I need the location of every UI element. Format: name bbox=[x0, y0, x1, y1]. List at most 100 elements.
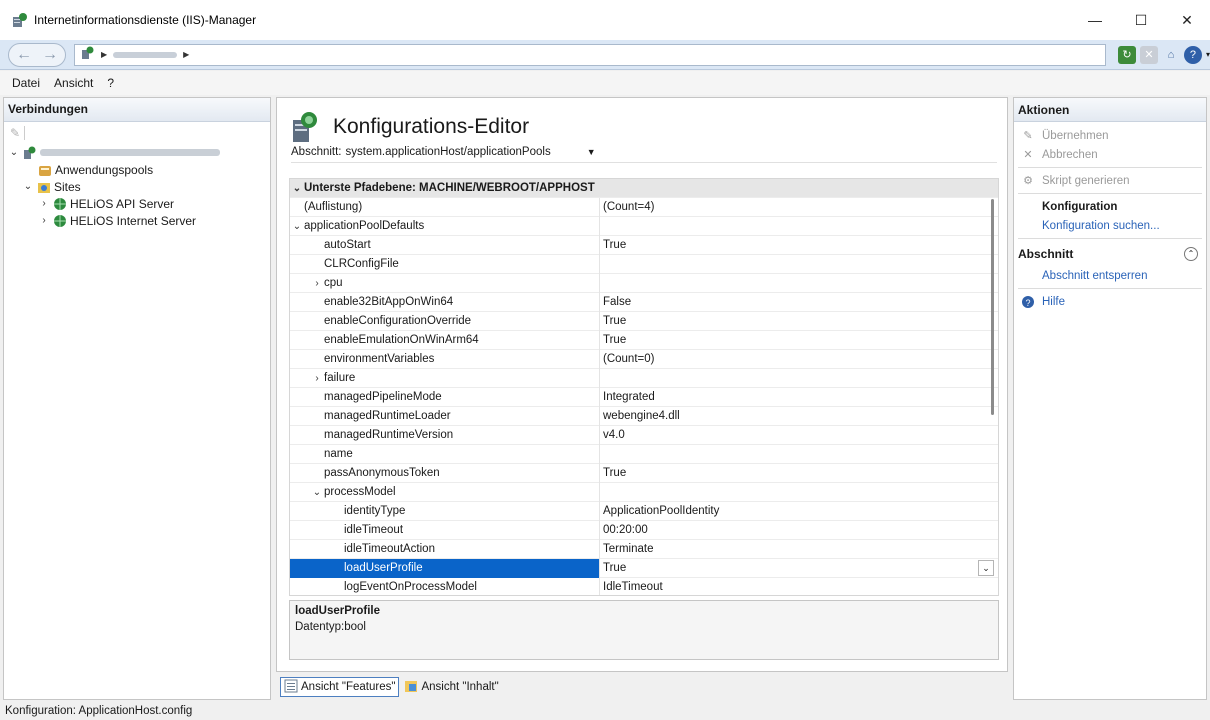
action-generate-script[interactable]: ⚙ Skript generieren bbox=[1014, 171, 1206, 190]
grid-row-managedPipelineMode[interactable]: managedPipelineMode Integrated bbox=[290, 387, 998, 407]
value-dropdown-button[interactable]: ⌄ bbox=[978, 560, 994, 576]
property-name-cell[interactable]: name bbox=[290, 444, 600, 464]
action-search-configuration[interactable]: Konfiguration suchen... bbox=[1014, 216, 1206, 235]
property-value[interactable]: 00:20:00 bbox=[600, 524, 998, 536]
help-icon[interactable]: ? bbox=[1183, 45, 1202, 64]
property-value[interactable]: True bbox=[600, 334, 998, 346]
refresh-icon[interactable]: ↻ bbox=[1117, 45, 1136, 64]
grid-row-idleTimeout[interactable]: idleTimeout 00:20:00 bbox=[290, 520, 998, 540]
property-name-cell[interactable]: managedRuntimeVersion bbox=[290, 425, 600, 445]
grid-row-enableEmulationOnWinArm64[interactable]: enableEmulationOnWinArm64 True bbox=[290, 330, 998, 350]
property-name-cell[interactable]: idleTimeout bbox=[290, 520, 600, 540]
action-apply[interactable]: ✎ Übernehmen bbox=[1014, 126, 1206, 145]
connect-icon[interactable]: ✎ bbox=[10, 126, 20, 140]
property-name-cell[interactable]: autoStart bbox=[290, 235, 600, 255]
menu-ansicht[interactable]: Ansicht bbox=[48, 73, 99, 93]
property-value[interactable]: True bbox=[600, 315, 998, 327]
property-value[interactable]: IdleTimeout bbox=[600, 581, 998, 593]
expand-down-icon[interactable]: ⌄ bbox=[310, 487, 324, 498]
forward-arrow-icon[interactable]: → bbox=[37, 44, 63, 66]
chevron-right-icon[interactable]: ▶ bbox=[101, 50, 107, 59]
chevron-right-icon[interactable]: › bbox=[38, 198, 50, 209]
property-value[interactable]: True bbox=[600, 562, 998, 574]
property-name-cell[interactable]: enableEmulationOnWinArm64 bbox=[290, 330, 600, 350]
property-name-cell[interactable]: ⌄ processModel bbox=[290, 482, 600, 502]
chevron-down-icon[interactable]: ▾ bbox=[1206, 50, 1210, 59]
breadcrumb[interactable]: ▶ ▶ bbox=[74, 43, 1106, 66]
grid-row-cpu[interactable]: › cpu bbox=[290, 273, 998, 293]
grid-row-applicationPoolDefaults[interactable]: ⌄ applicationPoolDefaults bbox=[290, 216, 998, 236]
grid-row-environmentVariables[interactable]: environmentVariables (Count=0) bbox=[290, 349, 998, 369]
grid-row-processModel[interactable]: ⌄ processModel bbox=[290, 482, 998, 502]
property-name-cell[interactable]: loadUserProfile bbox=[290, 558, 600, 578]
scrollbar-thumb[interactable] bbox=[991, 199, 994, 415]
property-value[interactable]: v4.0 bbox=[600, 429, 998, 441]
grid-header[interactable]: ⌄ Unterste Pfadebene: MACHINE/WEBROOT/APP… bbox=[290, 179, 998, 198]
expand-down-icon[interactable]: ⌄ bbox=[290, 221, 304, 232]
section-selector[interactable]: Abschnitt: system.applicationHost/applic… bbox=[291, 146, 997, 163]
section-value[interactable]: system.applicationHost/applicationPools bbox=[346, 146, 551, 158]
home-icon[interactable]: ⌂ bbox=[1161, 45, 1180, 64]
tab-content-view[interactable]: Ansicht "Inhalt" bbox=[401, 677, 501, 697]
tree-node-app-pools[interactable]: Anwendungspools bbox=[8, 161, 270, 178]
close-button[interactable]: ✕ bbox=[1164, 0, 1210, 40]
chevron-right-icon[interactable]: › bbox=[38, 215, 50, 226]
property-value[interactable]: True bbox=[600, 239, 998, 251]
tab-features-view[interactable]: Ansicht "Features" bbox=[280, 677, 400, 697]
expand-down-icon[interactable]: ⌄ bbox=[8, 147, 20, 158]
property-name-cell[interactable]: enable32BitAppOnWin64 bbox=[290, 292, 600, 312]
tree-node-site[interactable]: › HELiOS Internet Server bbox=[8, 212, 270, 229]
property-name-cell[interactable]: passAnonymousToken bbox=[290, 463, 600, 483]
chevron-right-icon[interactable]: › bbox=[310, 373, 324, 384]
property-name-cell[interactable]: identityType bbox=[290, 501, 600, 521]
grid-row-enableConfigurationOverride[interactable]: enableConfigurationOverride True bbox=[290, 311, 998, 331]
grid-row-identityType[interactable]: identityType ApplicationPoolIdentity bbox=[290, 501, 998, 521]
property-name-cell[interactable]: (Auflistung) bbox=[290, 197, 600, 217]
grid-row-autoStart[interactable]: autoStart True bbox=[290, 235, 998, 255]
action-help[interactable]: ? Hilfe bbox=[1014, 292, 1206, 311]
property-value[interactable]: webengine4.dll bbox=[600, 410, 998, 422]
grid-row-logEventOnProcessModel[interactable]: logEventOnProcessModel IdleTimeout bbox=[290, 577, 998, 595]
grid-row-CLRConfigFile[interactable]: CLRConfigFile bbox=[290, 254, 998, 274]
menu-help[interactable]: ? bbox=[101, 73, 120, 93]
property-value[interactable]: False bbox=[600, 296, 998, 308]
grid-row-managedRuntimeVersion[interactable]: managedRuntimeVersion v4.0 bbox=[290, 425, 998, 445]
expand-down-icon[interactable]: ⌄ bbox=[22, 181, 34, 192]
collapse-icon[interactable]: ⌄ bbox=[290, 183, 304, 194]
property-name-cell[interactable]: › cpu bbox=[290, 273, 600, 293]
property-name-cell[interactable]: ⌄ applicationPoolDefaults bbox=[290, 216, 600, 236]
grid-row-(Auflistung)[interactable]: (Auflistung) (Count=4) bbox=[290, 197, 998, 217]
property-value[interactable]: Terminate bbox=[600, 543, 998, 555]
grid-row-name[interactable]: name bbox=[290, 444, 998, 464]
menu-datei[interactable]: Datei bbox=[6, 73, 46, 93]
property-name-cell[interactable]: CLRConfigFile bbox=[290, 254, 600, 274]
grid-row-managedRuntimeLoader[interactable]: managedRuntimeLoader webengine4.dll bbox=[290, 406, 998, 426]
property-value[interactable]: (Count=0) bbox=[600, 353, 998, 365]
grid-row-failure[interactable]: › failure bbox=[290, 368, 998, 388]
grid-row-enable32BitAppOnWin64[interactable]: enable32BitAppOnWin64 False bbox=[290, 292, 998, 312]
property-value[interactable]: ApplicationPoolIdentity bbox=[600, 505, 998, 517]
property-value[interactable]: (Count=4) bbox=[600, 201, 998, 213]
property-value[interactable]: Integrated bbox=[600, 391, 998, 403]
property-name-cell[interactable]: managedPipelineMode bbox=[290, 387, 600, 407]
minimize-button[interactable]: — bbox=[1072, 0, 1118, 40]
property-name-cell[interactable]: enableConfigurationOverride bbox=[290, 311, 600, 331]
grid-row-passAnonymousToken[interactable]: passAnonymousToken True bbox=[290, 463, 998, 483]
property-value[interactable]: True bbox=[600, 467, 998, 479]
property-name-cell[interactable]: › failure bbox=[290, 368, 600, 388]
tree-node-sites[interactable]: ⌄ Sites bbox=[8, 178, 270, 195]
property-name-cell[interactable]: managedRuntimeLoader bbox=[290, 406, 600, 426]
property-name-cell[interactable]: environmentVariables bbox=[290, 349, 600, 369]
property-name-cell[interactable]: logEventOnProcessModel bbox=[290, 577, 600, 595]
collapse-up-icon[interactable]: ⌃ bbox=[1184, 247, 1198, 261]
action-unlock-section[interactable]: Abschnitt entsperren bbox=[1014, 266, 1206, 285]
chevron-right-icon[interactable]: ▶ bbox=[183, 50, 189, 59]
chevron-down-icon[interactable]: ▼ bbox=[587, 147, 596, 157]
grid-row-loadUserProfile[interactable]: loadUserProfile True ⌄ bbox=[290, 558, 998, 578]
grid-row-idleTimeoutAction[interactable]: idleTimeoutAction Terminate bbox=[290, 539, 998, 559]
chevron-right-icon[interactable]: › bbox=[310, 278, 324, 289]
tree-node-site[interactable]: › HELiOS API Server bbox=[8, 195, 270, 212]
action-cancel[interactable]: ✕ Abbrechen bbox=[1014, 145, 1206, 164]
back-arrow-icon[interactable]: ← bbox=[11, 44, 37, 66]
stop-icon[interactable]: ✕ bbox=[1139, 45, 1158, 64]
